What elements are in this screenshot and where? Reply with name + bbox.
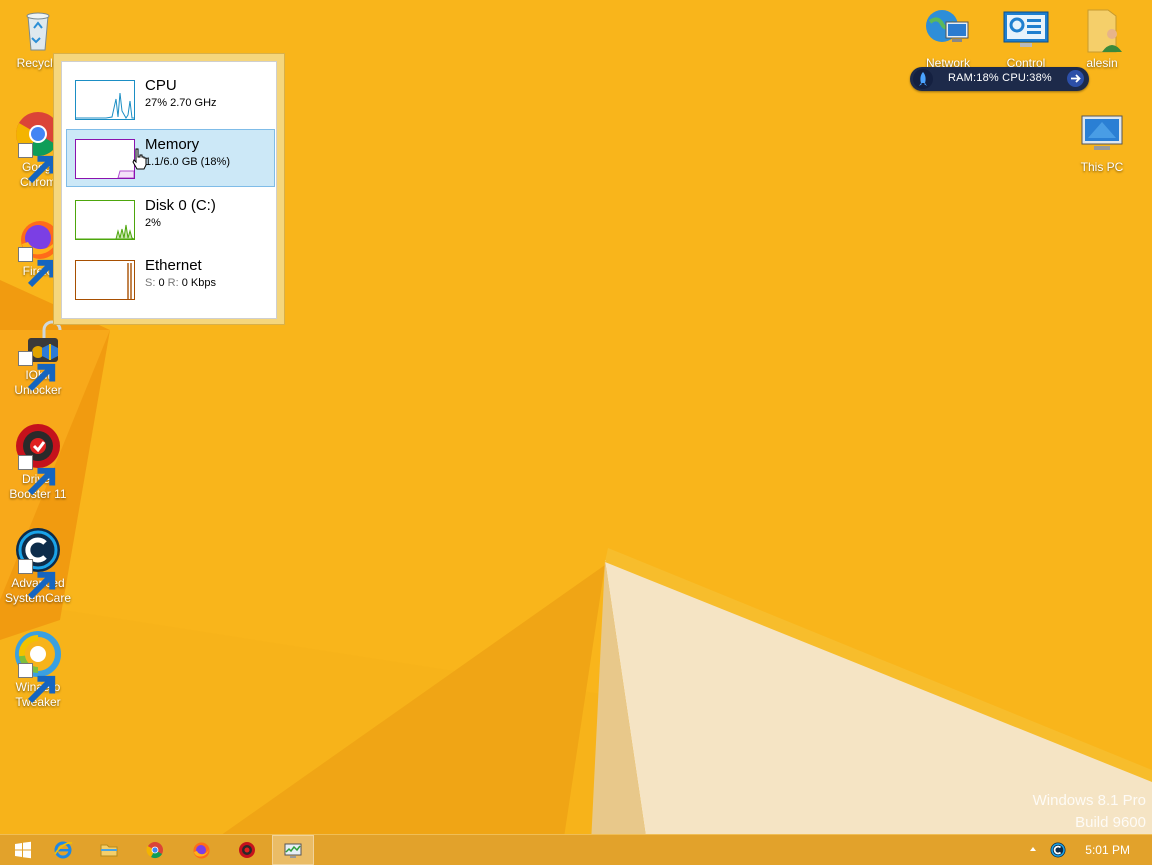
recycle-bin-icon xyxy=(14,6,62,54)
firefox-button[interactable] xyxy=(178,835,224,865)
task-manager-summary-popup: CPU 27% 2.70 GHz Memory 1.1/6.0 GB (18%)… xyxy=(53,53,285,325)
shortcut-arrow-icon xyxy=(18,559,56,600)
tm-item-title: Memory xyxy=(145,136,200,153)
watermark-edition: Windows 8.1 Pro xyxy=(1032,792,1146,809)
this-pc-icon xyxy=(1078,110,1126,158)
tm-item-detail: 2% xyxy=(145,217,161,229)
desktop-icon-advanced-systemcare[interactable]: Advanced SystemCare xyxy=(2,526,74,606)
tm-item-memory[interactable]: Memory 1.1/6.0 GB (18%) xyxy=(66,129,275,187)
iobit-unlocker-icon xyxy=(14,318,62,392)
desktop-icon-driver-booster[interactable]: Driver Booster 11 xyxy=(2,422,74,502)
ethernet-graph xyxy=(75,260,135,300)
taskbar: 5:01 PM xyxy=(0,834,1152,865)
internet-explorer-button[interactable] xyxy=(40,835,86,865)
desktop-icon-label: This PC xyxy=(1080,160,1124,174)
receive-label: R: xyxy=(167,277,179,289)
chrome-icon xyxy=(146,842,163,859)
windows-logo-icon xyxy=(15,841,31,859)
driver-booster-icon xyxy=(14,422,62,496)
tm-item-detail: S: 0 R: 0 Kbps xyxy=(145,277,216,289)
send-value: 0 xyxy=(158,277,165,289)
chrome-button[interactable] xyxy=(132,835,178,865)
desktop-icon-user-folder[interactable]: alesin xyxy=(1066,6,1138,71)
tm-item-title: CPU xyxy=(145,77,177,94)
watermark-build: Build 9600 xyxy=(1075,814,1146,831)
driver-booster-icon xyxy=(239,842,255,858)
shortcut-arrow-icon xyxy=(18,143,56,184)
desktop-icon-this-pc[interactable]: This PC xyxy=(1066,110,1138,175)
internet-explorer-icon xyxy=(54,841,73,859)
hand-cursor-icon xyxy=(132,148,147,170)
performance-gadget[interactable]: RAM:18% CPU:38% xyxy=(910,67,1089,91)
tm-item-detail: 27% 2.70 GHz xyxy=(145,97,217,109)
windows-watermark: Windows 8.1 Pro Build 9600 xyxy=(1033,790,1146,834)
shortcut-arrow-icon xyxy=(18,351,56,392)
advanced-systemcare-tray-icon[interactable] xyxy=(1050,842,1066,858)
tm-item-title: Ethernet xyxy=(145,257,202,274)
task-manager-summary-panel: CPU 27% 2.70 GHz Memory 1.1/6.0 GB (18%)… xyxy=(61,61,277,319)
shortcut-arrow-icon xyxy=(18,247,56,288)
show-hidden-icons-chevron-icon[interactable] xyxy=(1028,844,1038,854)
advanced-systemcare-icon xyxy=(14,526,62,600)
disk-graph xyxy=(75,200,135,240)
driver-booster-button[interactable] xyxy=(224,835,270,865)
cpu-graph xyxy=(75,80,135,120)
rocket-icon[interactable] xyxy=(913,69,933,89)
send-label: S: xyxy=(145,277,156,289)
arrow-right-icon[interactable] xyxy=(1067,70,1084,87)
tm-item-detail: 1.1/6.0 GB (18%) xyxy=(145,156,230,168)
firefox-icon xyxy=(193,842,210,859)
desktop-icon-iobit-unlocker[interactable]: IObit Unlocker xyxy=(2,318,74,398)
taskbar-clock[interactable]: 5:01 PM xyxy=(1085,843,1130,857)
performance-gadget-text: RAM:18% CPU:38% xyxy=(948,72,1052,84)
shortcut-arrow-icon xyxy=(18,663,56,704)
winaero-tweaker-icon xyxy=(14,630,62,704)
tm-item-ethernet[interactable]: Ethernet S: 0 R: 0 Kbps xyxy=(66,250,275,308)
tm-item-title: Disk 0 (C:) xyxy=(145,197,216,214)
memory-graph xyxy=(75,139,135,179)
control-panel-icon xyxy=(1002,6,1050,54)
network-icon xyxy=(924,6,972,54)
task-manager-button[interactable] xyxy=(272,835,314,865)
user-folder-icon xyxy=(1078,6,1126,54)
desktop-icon-network[interactable]: Network xyxy=(912,6,984,71)
tm-item-disk[interactable]: Disk 0 (C:) 2% xyxy=(66,190,275,248)
file-explorer-button[interactable] xyxy=(86,835,132,865)
receive-value: 0 Kbps xyxy=(181,277,216,289)
task-manager-icon xyxy=(284,843,302,858)
folder-icon xyxy=(100,844,118,857)
shortcut-arrow-icon xyxy=(18,455,56,496)
tm-item-cpu[interactable]: CPU 27% 2.70 GHz xyxy=(66,70,275,128)
desktop-icon-winaero-tweaker[interactable]: Winaero Tweaker xyxy=(2,630,74,710)
